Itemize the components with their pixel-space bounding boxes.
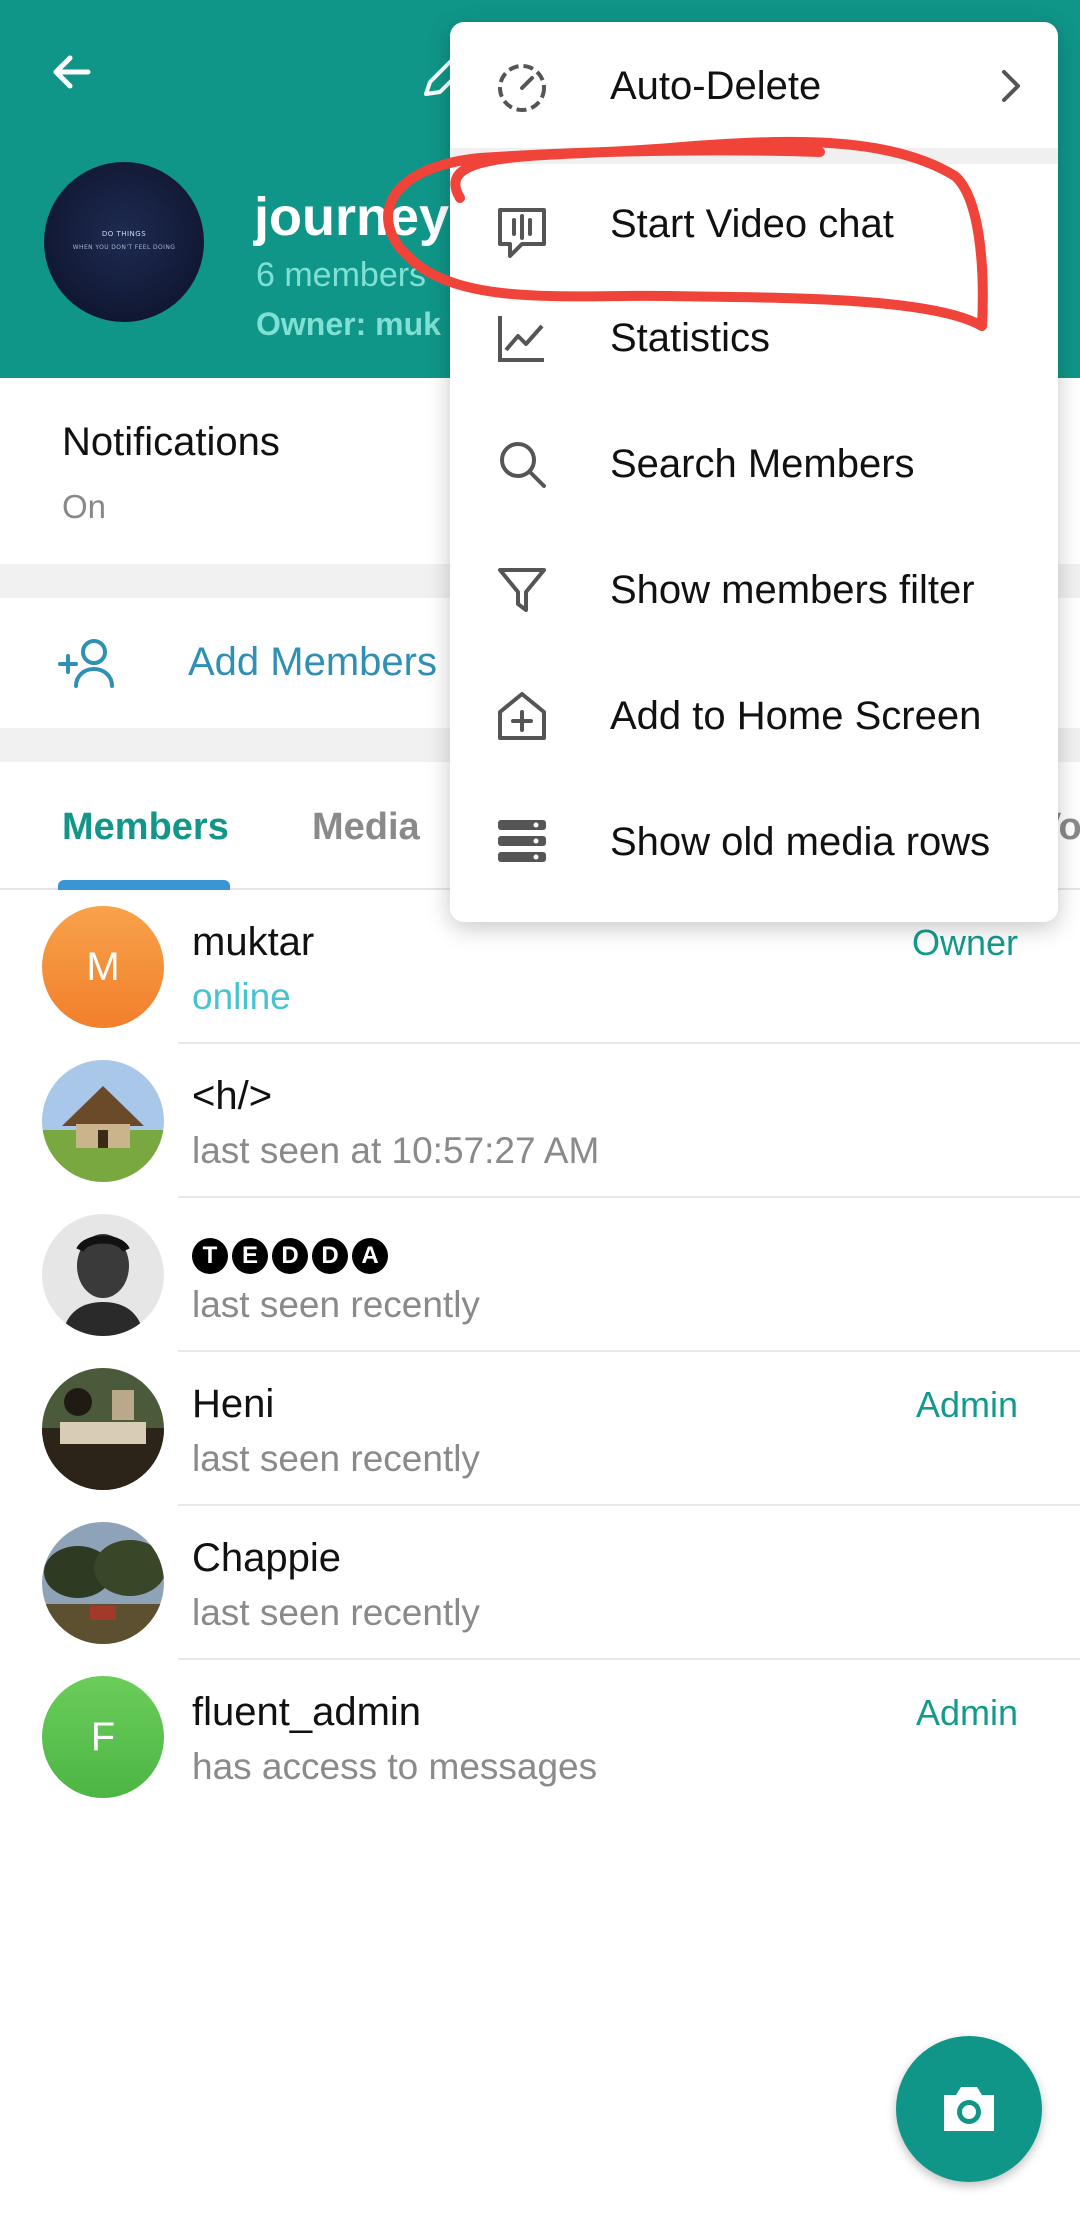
member-name-circled: T E D D A [192,1238,388,1274]
overflow-menu: Auto-Delete Start Video chat Statistics … [450,22,1058,922]
camera-button[interactable] [896,2036,1042,2182]
menu-item-statistics[interactable]: Statistics [450,278,1058,398]
avatar [42,1368,164,1490]
name-letter: D [272,1238,308,1274]
add-user-icon [58,639,114,688]
menu-item-label: Search Members [610,442,915,486]
name-letter: E [232,1238,268,1274]
cafe-photo-icon [42,1368,164,1490]
notifications-value: On [62,488,107,525]
member-status: last seen recently [192,1284,480,1325]
video-chat-icon [498,208,546,258]
menu-item-label: Start Video chat [610,202,894,246]
member-status: last seen at 10:57:27 AM [192,1130,600,1171]
menu-item-add-to-home-screen[interactable]: Add to Home Screen [450,656,1058,776]
member-row[interactable]: Chappie last seen recently [0,1506,1080,1660]
name-letter: A [352,1238,388,1274]
back-arrow-icon [53,55,91,89]
avatar: F [42,1676,164,1798]
member-name: muktar [192,920,315,964]
group-owner: Owner: muk [256,306,441,342]
search-icon [500,442,546,488]
avatar: M [42,906,164,1028]
timer-icon [498,64,546,112]
menu-item-label: Show members filter [610,568,975,612]
member-name: Heni [192,1382,275,1426]
tab-media[interactable]: Media [312,806,420,849]
member-status: last seen recently [192,1438,480,1479]
menu-divider [450,148,1058,164]
avatar-text-1: DO THINGS [101,230,147,238]
back-button[interactable] [40,40,104,104]
member-row[interactable]: F fluent_admin has access to messages Ad… [0,1660,1080,1814]
add-members-label: Add Members [188,640,437,684]
trees-photo-icon [42,1522,164,1644]
menu-item-auto-delete[interactable]: Auto-Delete [450,26,1058,146]
avatar [42,1060,164,1182]
chevron-right-icon [1002,70,1020,102]
member-row[interactable]: Heni last seen recently Admin [0,1352,1080,1506]
menu-item-label: Auto-Delete [610,64,822,108]
chart-icon [498,316,544,362]
menu-item-show-old-media-rows[interactable]: Show old media rows [450,782,1058,902]
menu-item-search-members[interactable]: Search Members [450,404,1058,524]
member-role: Admin [915,1692,1018,1733]
avatar-letter: F [90,1714,116,1759]
home-add-icon [498,692,546,740]
member-role: Owner [911,922,1018,963]
camera-icon [944,2087,994,2131]
menu-item-label: Add to Home Screen [610,694,982,738]
avatar [42,1522,164,1644]
hut-photo-icon [42,1060,164,1182]
member-status: online [192,976,291,1017]
member-row[interactable]: T E D D A last seen recently [0,1198,1080,1352]
menu-item-label: Statistics [610,316,771,360]
member-name: <h/> [192,1074,273,1118]
tab-members[interactable]: Members [62,806,229,849]
member-status: has access to messages [192,1746,598,1787]
menu-item-show-members-filter[interactable]: Show members filter [450,530,1058,650]
active-tab-indicator [58,880,230,890]
rows-icon [498,820,546,862]
menu-item-label: Show old media rows [610,820,991,864]
name-letter: T [192,1238,228,1274]
avatar-letter: M [86,944,120,989]
members-list: M muktar online Owner <h/> last seen at … [0,890,1080,1814]
notifications-title: Notifications [62,420,280,464]
menu-item-start-video-chat[interactable]: Start Video chat [450,172,1058,292]
group-avatar[interactable]: DO THINGS WHEN YOU DON'T FEEL DOING [44,162,204,322]
filter-icon [498,568,546,612]
member-row[interactable]: <h/> last seen at 10:57:27 AM [0,1044,1080,1198]
member-name: fluent_admin [192,1690,422,1734]
member-name: Chappie [192,1536,342,1580]
member-status: last seen recently [192,1592,480,1633]
members-count: 6 members [256,256,427,294]
avatar-text-2: WHEN YOU DON'T FEEL DOING [72,244,176,251]
group-name: journey t [254,187,483,247]
member-role: Admin [915,1384,1018,1425]
name-letter: D [312,1238,348,1274]
avatar [42,1214,164,1336]
portrait-photo-icon [42,1214,164,1336]
member-name: T E D D A [192,1228,388,1274]
